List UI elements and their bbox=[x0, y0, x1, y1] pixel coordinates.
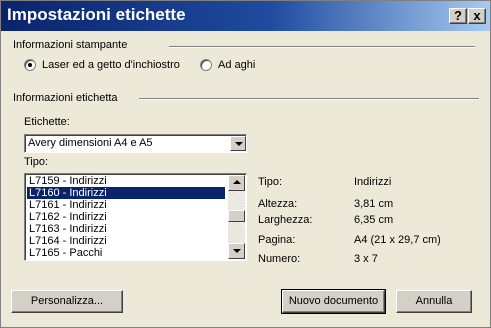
dialog-title: Impostazioni etichette bbox=[7, 5, 186, 24]
printer-info-label: Informazioni stampante bbox=[13, 39, 128, 51]
type-label: Tipo: bbox=[24, 156, 49, 168]
detail-count-label: Numero: bbox=[258, 253, 301, 265]
cancel-button[interactable]: Annulla bbox=[396, 290, 472, 313]
radio-laser-icon bbox=[24, 59, 36, 71]
detail-width-label: Larghezza: bbox=[258, 214, 313, 226]
detail-height-label: Altezza: bbox=[258, 198, 298, 210]
radio-dot-matrix-label: Ad aghi bbox=[218, 59, 256, 71]
list-item[interactable]: L7164 - Indirizzi bbox=[27, 235, 225, 247]
radio-laser[interactable]: Laser ed a getto d'inchiostro bbox=[24, 59, 180, 71]
detail-type-value: Indirizzi bbox=[354, 176, 392, 188]
chevron-down-icon bbox=[235, 142, 243, 146]
detail-page-value: A4 (21 x 29,7 cm) bbox=[354, 234, 441, 246]
detail-width-value: 6,35 cm bbox=[354, 214, 394, 226]
label-group-divider bbox=[139, 98, 479, 100]
customize-button[interactable]: Personalizza... bbox=[11, 290, 123, 313]
help-button[interactable]: ? bbox=[449, 8, 467, 24]
printer-group-divider bbox=[169, 46, 475, 48]
scroll-up-button[interactable] bbox=[228, 175, 245, 191]
detail-page-label: Pagina: bbox=[258, 234, 296, 246]
close-button[interactable]: x bbox=[468, 8, 486, 24]
list-item[interactable]: L7159 - Indirizzi bbox=[27, 175, 225, 187]
vendor-dropdown[interactable]: Avery dimensioni A4 e A5 bbox=[24, 134, 247, 153]
new-document-button[interactable]: Nuovo documento bbox=[281, 289, 386, 314]
arrow-down-icon bbox=[233, 249, 241, 253]
radio-dot-matrix-icon bbox=[200, 59, 212, 71]
label-settings-dialog: Impostazioni etichette ? x Informazioni … bbox=[0, 0, 491, 328]
scroll-down-button[interactable] bbox=[228, 243, 245, 259]
vendor-dropdown-value: Avery dimensioni A4 e A5 bbox=[28, 137, 153, 149]
type-listbox[interactable]: L7159 - Indirizzi L7160 - Indirizzi L716… bbox=[24, 173, 247, 261]
list-item-selected[interactable]: L7160 - Indirizzi bbox=[27, 187, 225, 199]
detail-type-label: Tipo: bbox=[258, 176, 283, 188]
title-bar[interactable]: Impostazioni etichette ? x bbox=[1, 1, 490, 31]
radio-dot-matrix[interactable]: Ad aghi bbox=[200, 59, 255, 71]
detail-count-value: 3 x 7 bbox=[354, 253, 378, 265]
vendor-dropdown-button[interactable] bbox=[230, 136, 246, 151]
list-item[interactable]: L7165 - Pacchi bbox=[27, 247, 225, 259]
list-item[interactable]: L7161 - Indirizzi bbox=[27, 199, 225, 211]
type-list-scrollbar[interactable] bbox=[228, 175, 245, 259]
radio-laser-label: Laser ed a getto d'inchiostro bbox=[42, 59, 180, 71]
arrow-up-icon bbox=[233, 180, 241, 184]
scroll-thumb[interactable] bbox=[228, 210, 245, 222]
detail-height-value: 3,81 cm bbox=[354, 198, 394, 210]
label-info-label: Informazioni etichetta bbox=[13, 92, 118, 104]
vendor-label: Etichette: bbox=[24, 116, 70, 128]
list-item[interactable]: L7162 - Indirizzi bbox=[27, 211, 225, 223]
list-item[interactable]: L7163 - Indirizzi bbox=[27, 223, 225, 235]
